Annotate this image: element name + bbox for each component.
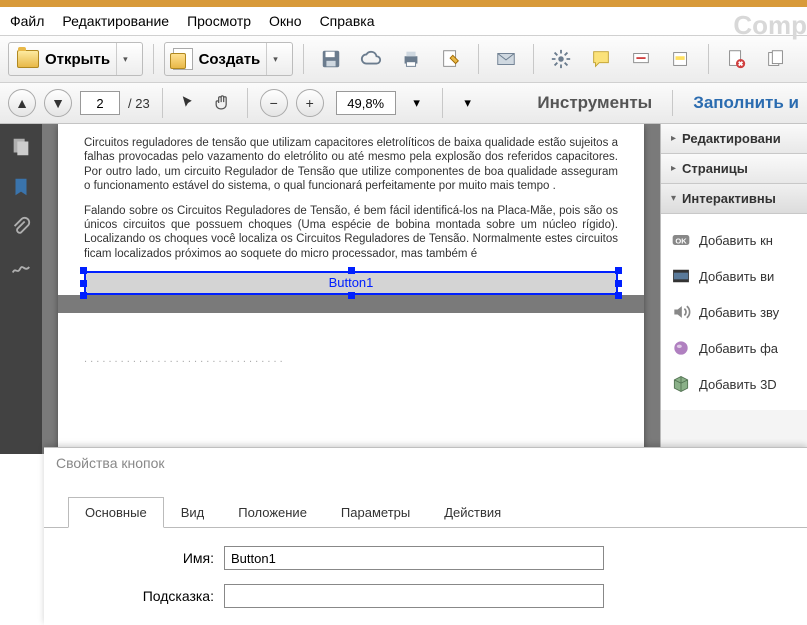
resize-handle[interactable] [348,292,355,299]
tools-panel-toggle[interactable]: Инструменты [537,93,652,113]
speaker-icon [671,302,691,322]
fill-sign-toggle[interactable]: Заполнить и [693,93,799,113]
folder-open-icon [17,50,39,68]
tab-view[interactable]: Вид [164,497,222,528]
stamp-icon[interactable] [624,42,658,76]
create-label: Создать [199,51,261,68]
highlight-icon[interactable] [664,42,698,76]
zoom-in-button[interactable]: + [296,89,324,117]
more-tools-dropdown[interactable]: ▾ [455,90,481,116]
props-title: Свойства кнопок [44,448,807,478]
mail-icon[interactable] [489,42,523,76]
panel-editing[interactable]: ▸Редактировани [661,124,807,154]
add-video-tool[interactable]: Добавить ви [667,258,801,294]
svg-text:OK: OK [675,236,687,245]
pdf-page: Circuitos reguladores de tensão que util… [58,124,644,454]
main-toolbar: Открыть ▾ Создать ▾ [0,35,807,83]
hand-tool-icon[interactable] [209,90,235,116]
bookmark-icon[interactable] [10,176,32,198]
resize-handle[interactable] [615,292,622,299]
page-up-button[interactable]: ▲ [8,89,36,117]
open-label: Открыть [45,51,110,68]
add-button-tool[interactable]: OK Добавить кн [667,222,801,258]
comment-icon[interactable] [584,42,618,76]
cloud-icon[interactable] [354,42,388,76]
hint-input[interactable] [224,584,604,608]
resize-handle[interactable] [80,280,87,287]
chevron-down-icon[interactable]: ▾ [266,43,284,75]
left-nav-rail [0,124,42,454]
add-file-tool[interactable]: Добавить фа [667,330,801,366]
watermark-text: Comp [733,10,807,41]
nav-toolbar: ▲ ▼ / 23 − + ▾ ▾ Инструменты Заполнить и [0,83,807,124]
button-properties-panel: Свойства кнопок Основные Вид Положение П… [44,447,807,625]
zoom-out-button[interactable]: − [260,89,288,117]
panel-interactive[interactable]: ▾Интерактивны [661,184,807,214]
form-button-field[interactable]: Button1 [84,271,618,295]
page-number-input[interactable] [80,91,120,115]
tab-main[interactable]: Основные [68,497,164,528]
doc-paragraph: Falando sobre os Circuitos Reguladores d… [84,204,618,262]
props-tabs: Основные Вид Положение Параметры Действи… [44,496,807,528]
tools-side-panel: ▸Редактировани ▸Страницы ▾Интерактивны O… [660,124,807,454]
hint-label: Подсказка: [104,588,214,604]
zoom-dropdown[interactable]: ▾ [404,90,430,116]
tab-position[interactable]: Положение [221,497,324,528]
print-icon[interactable] [394,42,428,76]
panel-pages[interactable]: ▸Страницы [661,154,807,184]
gear-icon[interactable] [544,42,578,76]
resize-handle[interactable] [615,280,622,287]
menu-edit[interactable]: Редактирование [62,13,169,29]
name-input[interactable] [224,546,604,570]
resize-handle[interactable] [80,292,87,299]
page-down-button[interactable]: ▼ [44,89,72,117]
menubar: Файл Редактирование Просмотр Окно Справк… [0,7,807,35]
resize-handle[interactable] [615,267,622,274]
save-icon[interactable] [314,42,348,76]
page-total: / 23 [128,96,150,111]
open-button[interactable]: Открыть ▾ [8,42,143,76]
tab-actions[interactable]: Действия [427,497,518,528]
add-3d-tool[interactable]: Добавить 3D [667,366,801,402]
resize-handle[interactable] [348,267,355,274]
name-label: Имя: [104,550,214,566]
create-button[interactable]: Создать ▾ [164,42,293,76]
add-audio-tool[interactable]: Добавить зву [667,294,801,330]
create-pdf-icon [173,48,193,70]
tab-params[interactable]: Параметры [324,497,427,528]
chevron-down-icon[interactable]: ▾ [116,43,134,75]
thumbnails-icon[interactable] [10,136,32,158]
next-page-preview: . . . . . . . . . . . . . . . . . . . . … [84,313,618,367]
chevron-down-icon: ▾ [671,193,676,204]
chevron-right-icon: ▸ [671,133,676,144]
form-button-label: Button1 [329,275,374,291]
select-tool-icon[interactable] [175,90,201,116]
sphere-icon [671,338,691,358]
attachment-icon[interactable] [10,216,32,238]
ok-button-icon: OK [671,230,691,250]
zoom-input[interactable] [336,91,396,115]
menu-help[interactable]: Справка [320,13,375,29]
menu-window[interactable]: Окно [269,13,302,29]
menu-view[interactable]: Просмотр [187,13,251,29]
pages-icon[interactable] [759,42,793,76]
menu-file[interactable]: Файл [10,13,44,29]
cube-icon [671,374,691,394]
resize-handle[interactable] [80,267,87,274]
delete-page-icon[interactable] [719,42,753,76]
video-icon [671,266,691,286]
signature-icon[interactable] [10,256,32,278]
edit-icon[interactable] [434,42,468,76]
chevron-right-icon: ▸ [671,163,676,174]
document-viewport[interactable]: Circuitos reguladores de tensão que util… [42,124,660,454]
doc-paragraph: Circuitos reguladores de tensão que util… [84,136,618,194]
